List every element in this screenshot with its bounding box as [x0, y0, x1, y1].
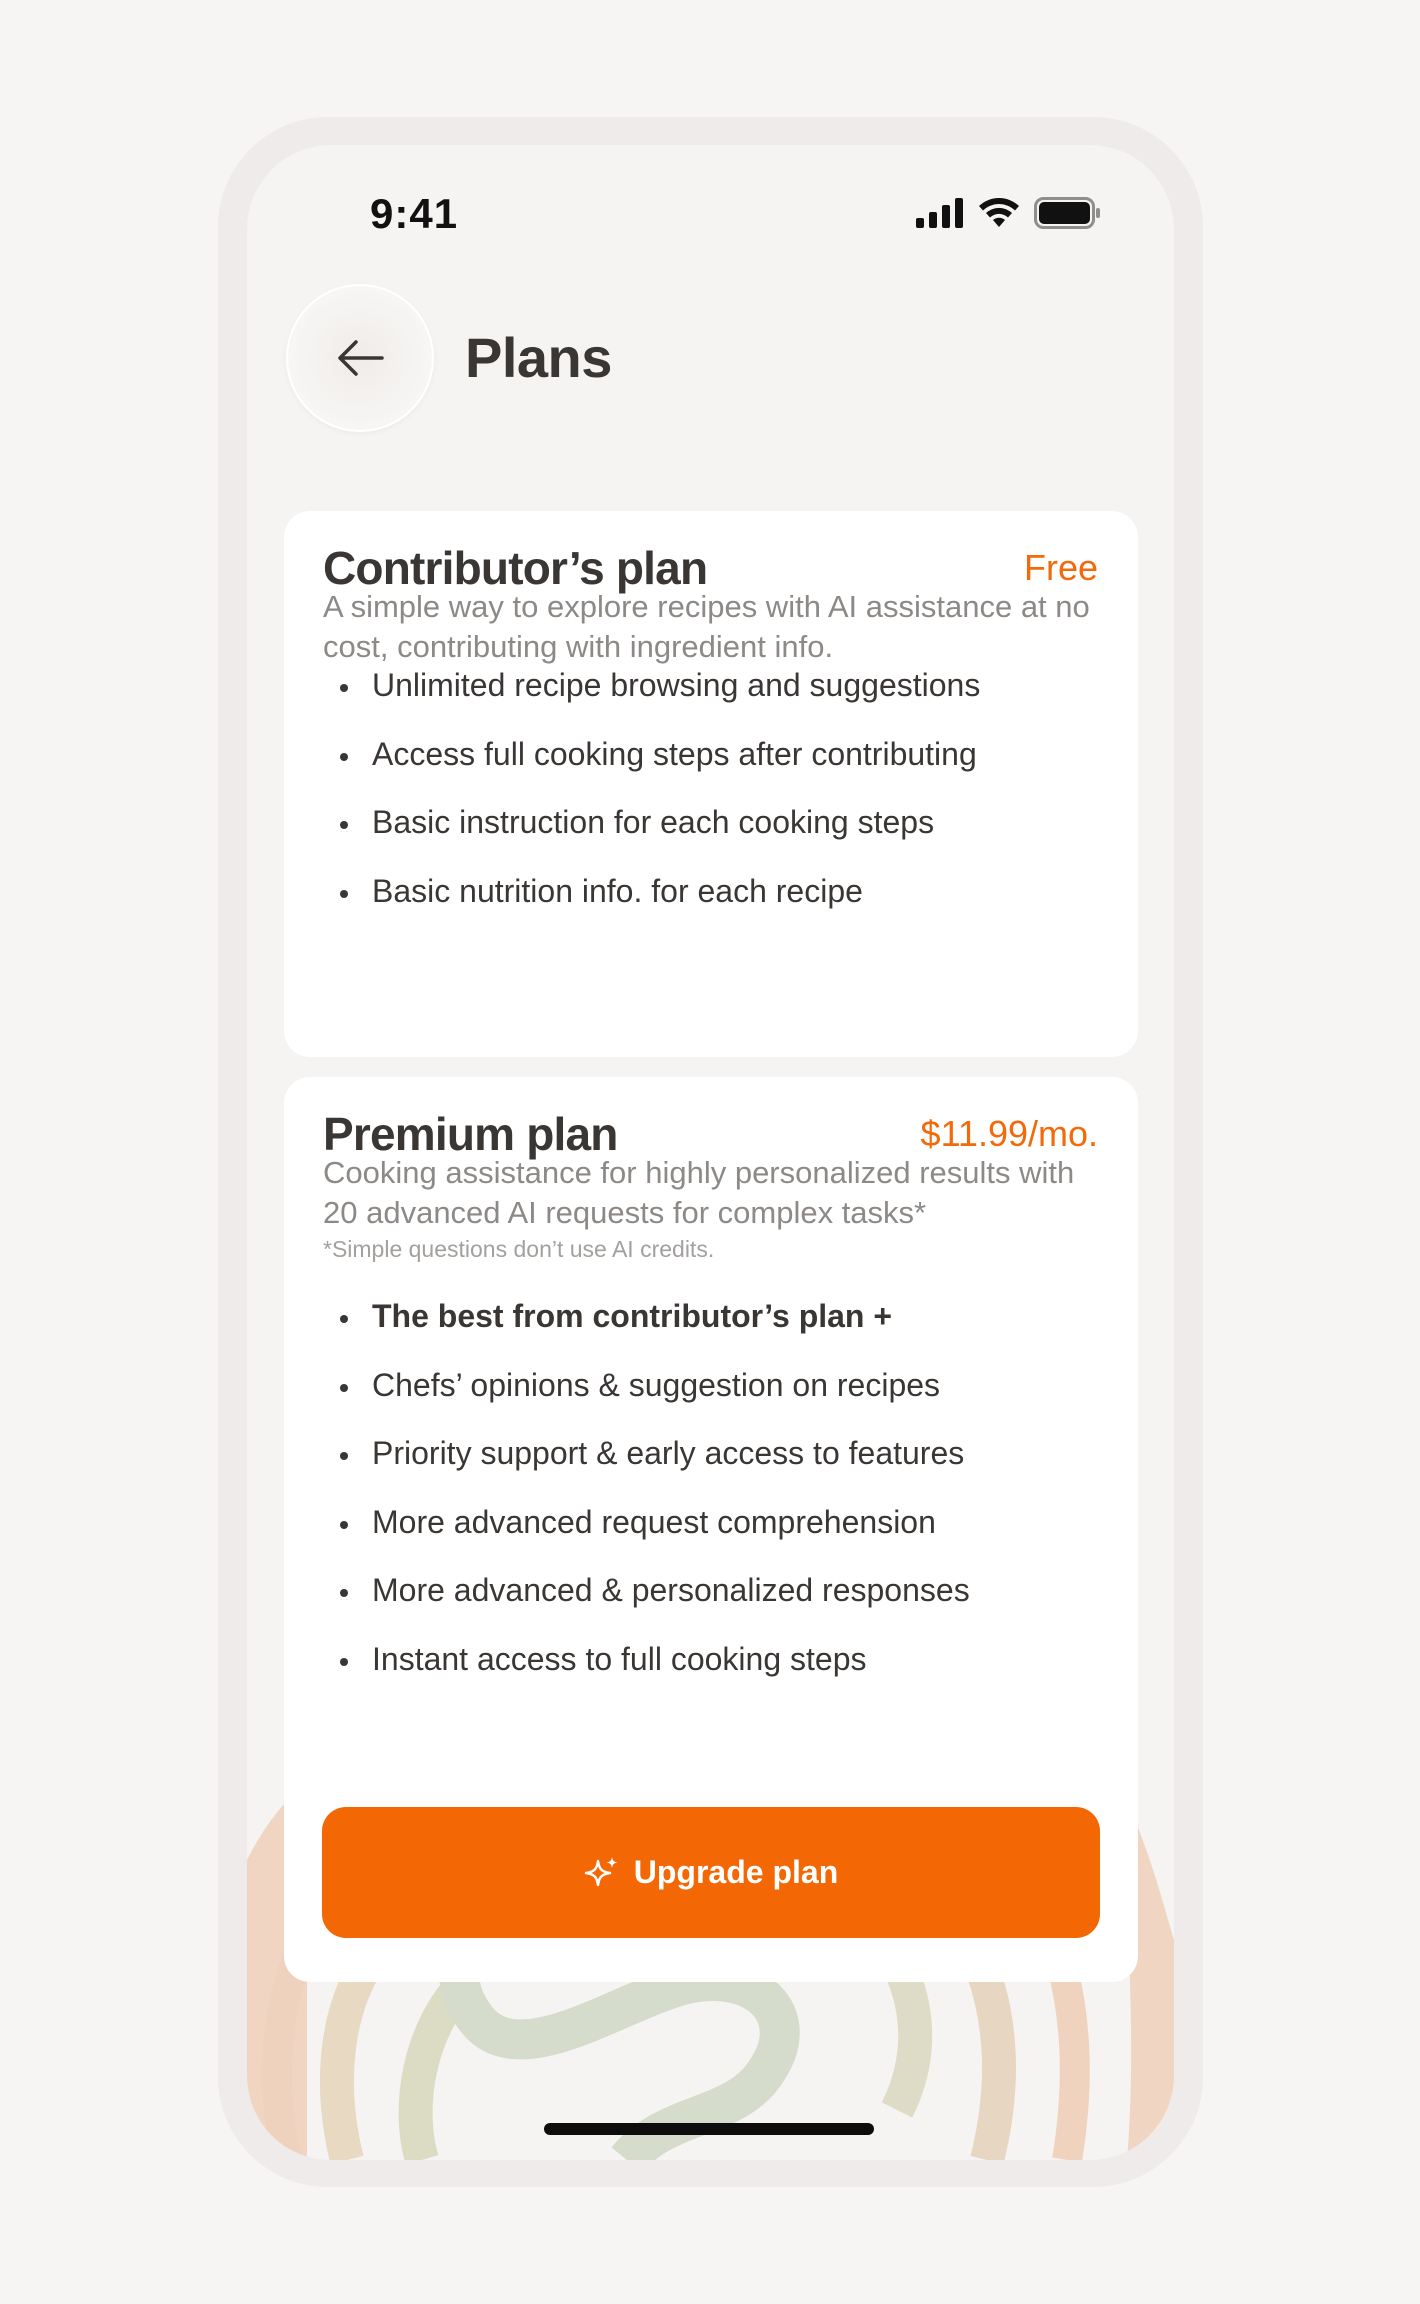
- upgrade-plan-button[interactable]: Upgrade plan: [322, 1807, 1100, 1938]
- sparkle-icon: [584, 1856, 618, 1886]
- list-item: The best from contributor’s plan +: [340, 1298, 970, 1367]
- list-item: More advanced request comprehension: [340, 1504, 970, 1573]
- plan-price: Free: [1023, 547, 1098, 588]
- status-bar: 9:41: [247, 145, 1174, 285]
- plan-description: A simple way to explore recipes with AI …: [323, 589, 1090, 664]
- wifi-icon: [979, 198, 1019, 227]
- feature-list: The best from contributor’s plan + Chefs…: [340, 1298, 970, 1709]
- list-item: Basic nutrition info. for each recipe: [340, 873, 980, 942]
- plan-description: Cooking assistance for highly personaliz…: [323, 1155, 1075, 1230]
- plan-price: $11.99/mo.: [920, 1113, 1098, 1154]
- arrow-left-icon: [338, 340, 384, 376]
- premium-plan-card[interactable]: Premium plan $11.99/mo. Cooking assistan…: [284, 1077, 1138, 1982]
- status-time: 9:41: [370, 190, 459, 237]
- list-item: Basic instruction for each cooking steps: [340, 804, 980, 873]
- battery-icon: [1034, 197, 1100, 229]
- status-icons: [916, 197, 1102, 229]
- list-item: Chefs’ opinions & suggestion on recipes: [340, 1367, 970, 1436]
- list-item: Instant access to full cooking steps: [340, 1641, 970, 1710]
- list-item: Unlimited recipe browsing and suggestion…: [340, 667, 980, 736]
- home-indicator[interactable]: [544, 2123, 874, 2135]
- phone-screen: 9:41 Plans Contributor’s plan Free A sim…: [247, 145, 1174, 2160]
- list-item: More advanced & personalized responses: [340, 1572, 970, 1641]
- upgrade-plan-label: Upgrade plan: [633, 1854, 839, 1890]
- contributor-plan-card[interactable]: Contributor’s plan Free A simple way to …: [284, 511, 1138, 1057]
- cellular-signal-icon: [916, 198, 963, 228]
- list-item: Priority support & early access to featu…: [340, 1435, 970, 1504]
- back-button[interactable]: [286, 284, 434, 432]
- page-title: Plans: [465, 326, 612, 389]
- list-item: Access full cooking steps after contribu…: [340, 736, 980, 805]
- plan-footnote: *Simple questions don’t use AI credits.: [323, 1236, 715, 1262]
- feature-list: Unlimited recipe browsing and suggestion…: [340, 667, 980, 941]
